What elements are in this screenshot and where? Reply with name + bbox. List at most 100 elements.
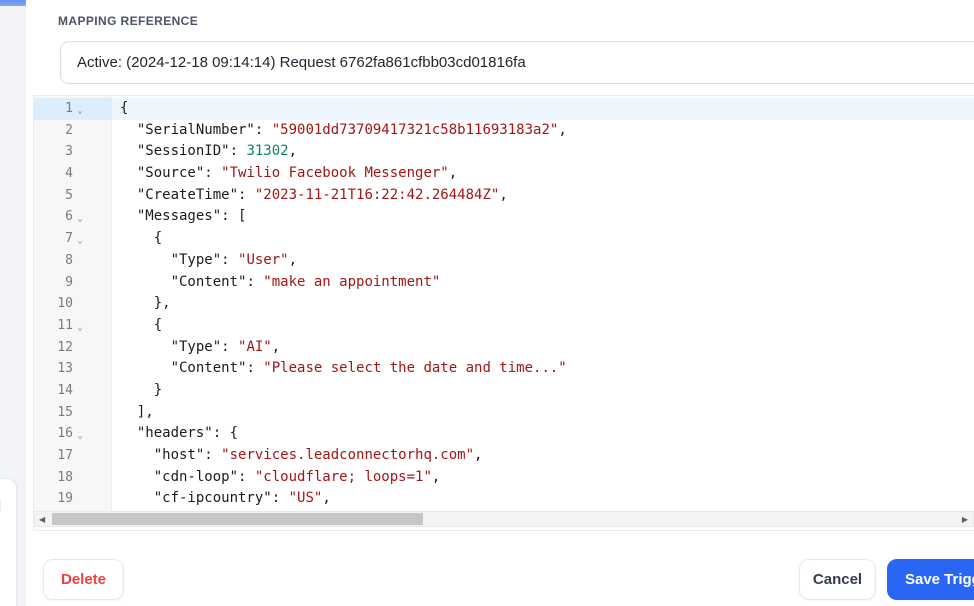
code-text[interactable]: "cf-ipcountry": "US",: [112, 488, 974, 510]
code-line[interactable]: 19 "cf-ipcountry": "US",: [34, 488, 974, 510]
code-text[interactable]: "Content": "make an appointment": [112, 272, 974, 294]
gutter-cell: 5: [34, 185, 112, 207]
code-text[interactable]: ],: [112, 402, 974, 424]
gutter-cell: 7 ⌄: [34, 228, 112, 250]
line-number: 13: [57, 361, 73, 377]
line-number: 7: [65, 231, 73, 247]
line-number: 10: [57, 296, 73, 312]
code-line[interactable]: 4 "Source": "Twilio Facebook Messenger",: [34, 163, 974, 185]
code-line[interactable]: 8 "Type": "User",: [34, 250, 974, 272]
code-line[interactable]: 2 "SerialNumber": "59001dd73709417321c58…: [34, 120, 974, 142]
code-line[interactable]: 13 "Content": "Please select the date an…: [34, 358, 974, 380]
fold-chevron-icon: [77, 295, 97, 317]
code-line[interactable]: 16 ⌄ "headers": {: [34, 423, 974, 445]
save-trigger-button[interactable]: Save Trigger: [887, 559, 974, 600]
gutter-cell: 10: [34, 293, 112, 315]
code-line[interactable]: 9 "Content": "make an appointment": [34, 272, 974, 294]
code-line[interactable]: 3 "SessionID": 31302,: [34, 141, 974, 163]
fold-chevron-icon: [77, 490, 97, 512]
code-text[interactable]: "CreateTime": "2023-11-21T16:22:42.26448…: [112, 185, 974, 207]
code-text[interactable]: }: [112, 380, 974, 402]
line-number: 4: [65, 166, 73, 182]
code-line[interactable]: 11 ⌄ {: [34, 315, 974, 337]
code-text[interactable]: {: [112, 315, 974, 337]
line-number: 15: [57, 404, 73, 420]
gutter-cell: 3: [34, 141, 112, 163]
scrollbar-left-arrow-icon[interactable]: ◀: [39, 513, 45, 526]
fold-chevron-icon[interactable]: ⌄: [77, 100, 97, 122]
code-line[interactable]: 1 ⌄ {: [34, 98, 974, 120]
fold-chevron-icon: [77, 165, 97, 187]
code-text[interactable]: "cdn-loop": "cloudflare; loops=1",: [112, 467, 974, 489]
code-text[interactable]: {: [112, 98, 974, 120]
code-text[interactable]: "Type": "AI",: [112, 337, 974, 359]
code-text[interactable]: "host": "services.leadconnectorhq.com",: [112, 445, 974, 467]
mapping-reference-label: MAPPING REFERENCE: [58, 14, 199, 28]
gutter-cell: 11 ⌄: [34, 315, 112, 337]
fold-chevron-icon: [77, 122, 97, 144]
scrollbar-right-arrow-icon[interactable]: ▶: [962, 513, 968, 526]
fold-chevron-icon: [77, 187, 97, 209]
code-text[interactable]: "Source": "Twilio Facebook Messenger",: [112, 163, 974, 185]
code-line[interactable]: 12 "Type": "AI",: [34, 337, 974, 359]
gutter-cell: 19: [34, 488, 112, 510]
code-text[interactable]: },: [112, 293, 974, 315]
code-lines: 1 ⌄ {2 "SerialNumber": "59001dd73709417321…: [34, 98, 974, 530]
cancel-button[interactable]: Cancel: [799, 559, 876, 600]
gutter-cell: 4: [34, 163, 112, 185]
background-card-bar: [0, 501, 1, 511]
fold-chevron-icon[interactable]: ⌄: [77, 317, 97, 339]
fold-chevron-icon: [77, 339, 97, 361]
code-line[interactable]: 14 }: [34, 380, 974, 402]
horizontal-scrollbar[interactable]: ◀ ▶: [34, 511, 974, 527]
request-selector[interactable]: Active: (2024-12-18 09:14:14) Request 67…: [60, 41, 974, 84]
gutter-cell: 15: [34, 402, 112, 424]
code-line[interactable]: 17 "host": "services.leadconnectorhq.com…: [34, 445, 974, 467]
fold-chevron-icon: [77, 274, 97, 296]
code-text[interactable]: "SerialNumber": "59001dd73709417321c58b1…: [112, 120, 974, 142]
gutter-cell: 18: [34, 467, 112, 489]
modal-panel: MAPPING REFERENCE Active: (2024-12-18 09…: [26, 0, 974, 606]
gutter-cell: 2: [34, 120, 112, 142]
line-number: 9: [65, 274, 73, 290]
request-selector-value: Active: (2024-12-18 09:14:14) Request 67…: [77, 54, 526, 71]
code-text[interactable]: "Type": "User",: [112, 250, 974, 272]
code-text[interactable]: "headers": {: [112, 423, 974, 445]
code-line[interactable]: 5 "CreateTime": "2023-11-21T16:22:42.264…: [34, 185, 974, 207]
fold-chevron-icon: [77, 447, 97, 469]
line-number: 6: [65, 209, 73, 225]
fold-chevron-icon: [77, 469, 97, 491]
line-number: 8: [65, 252, 73, 268]
fold-chevron-icon[interactable]: ⌄: [77, 425, 97, 447]
gutter-cell: 9: [34, 272, 112, 294]
code-line[interactable]: 15 ],: [34, 402, 974, 424]
line-number: 16: [57, 426, 73, 442]
fold-chevron-icon: [77, 382, 97, 404]
line-number: 12: [57, 339, 73, 355]
gutter-cell: 17: [34, 445, 112, 467]
line-number: 11: [57, 317, 73, 333]
fold-chevron-icon: [77, 360, 97, 382]
line-number: 1: [65, 101, 73, 116]
scrollbar-thumb[interactable]: [52, 513, 423, 525]
line-number: 18: [57, 469, 73, 485]
code-text[interactable]: "Content": "Please select the date and t…: [112, 358, 974, 380]
line-number: 19: [57, 491, 73, 507]
code-text[interactable]: {: [112, 228, 974, 250]
fold-chevron-icon[interactable]: ⌄: [77, 208, 97, 230]
code-line[interactable]: 18 "cdn-loop": "cloudflare; loops=1",: [34, 467, 974, 489]
code-line[interactable]: 7 ⌄ {: [34, 228, 974, 250]
fold-chevron-icon: [77, 252, 97, 274]
gutter-cell: 12: [34, 337, 112, 359]
code-line[interactable]: 6 ⌄ "Messages": [: [34, 206, 974, 228]
delete-button[interactable]: Delete: [43, 559, 124, 600]
code-line[interactable]: 10 },: [34, 293, 974, 315]
code-text[interactable]: "SessionID": 31302,: [112, 141, 974, 163]
node-accent-bar: [0, 0, 27, 6]
json-editor[interactable]: 1 ⌄ {2 "SerialNumber": "59001dd73709417321…: [33, 95, 974, 531]
gutter-cell: 6 ⌄: [34, 206, 112, 228]
fold-chevron-icon[interactable]: ⌄: [77, 230, 97, 252]
gutter-cell: 16 ⌄: [34, 423, 112, 445]
gutter-cell: 13: [34, 358, 112, 380]
code-text[interactable]: "Messages": [: [112, 206, 974, 228]
